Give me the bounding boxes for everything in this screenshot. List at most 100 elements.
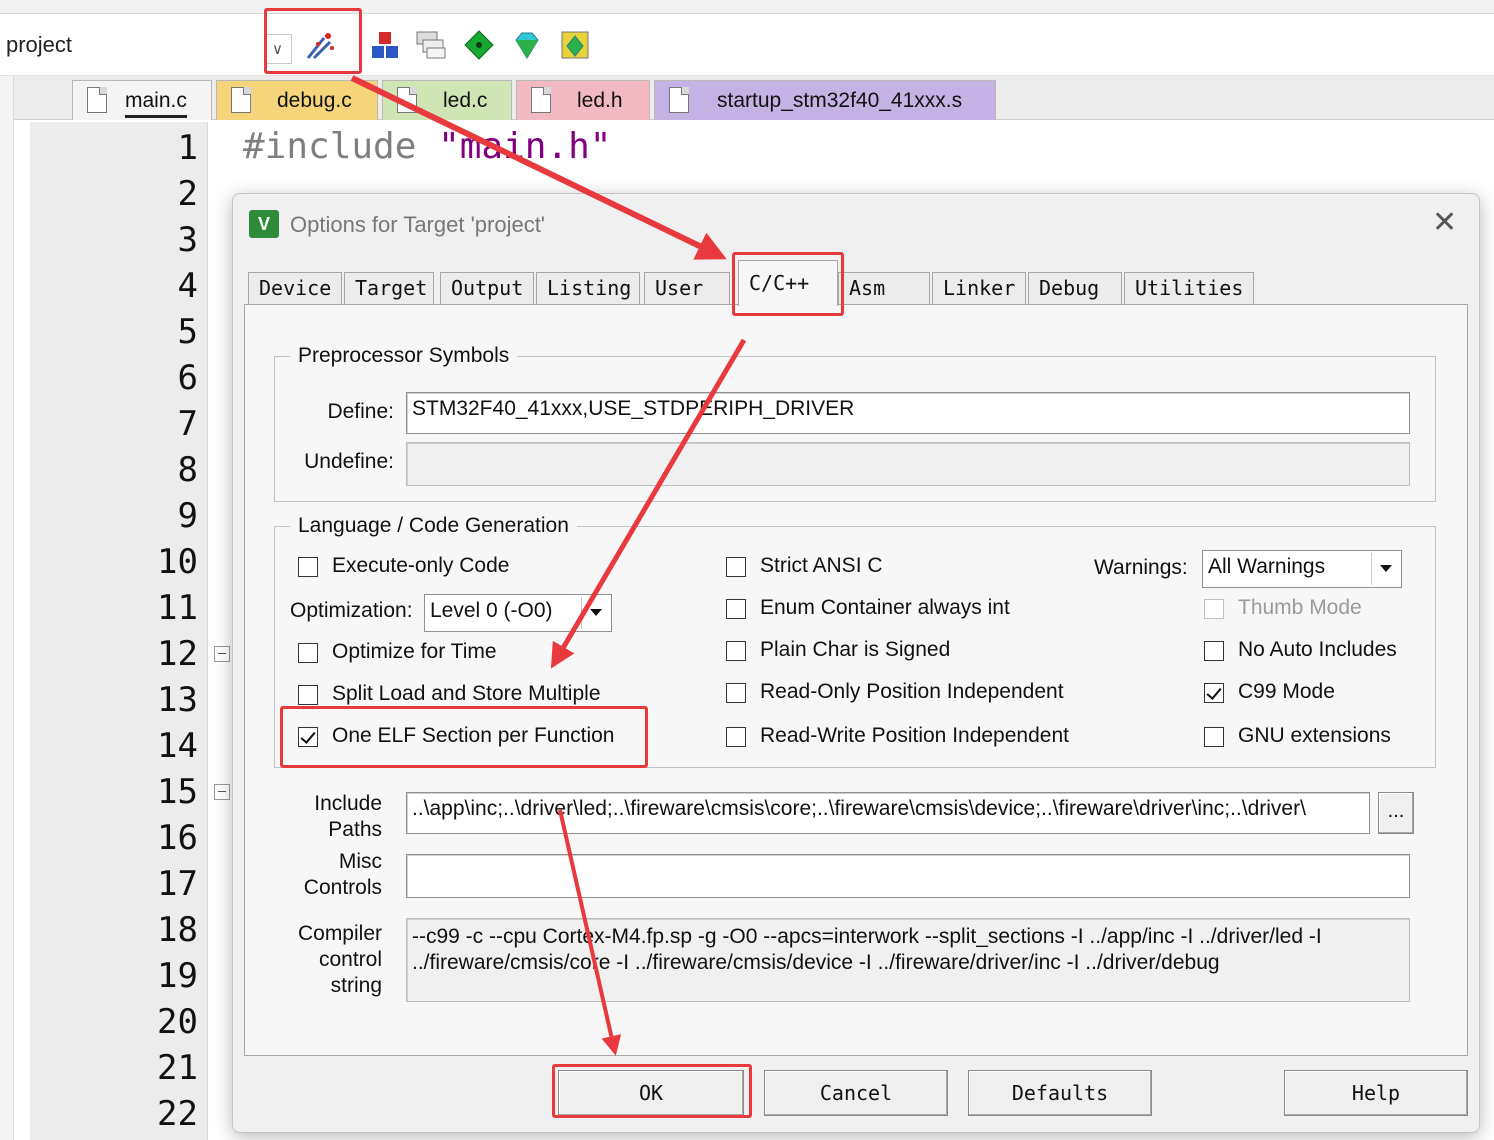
chevron-down-icon: ∨ [272,40,283,58]
browse-include-button[interactable]: ... [1378,792,1414,834]
multi-gem-icon[interactable] [558,28,592,62]
line-number: 19 [157,956,198,996]
cancel-button[interactable]: Cancel [764,1070,948,1116]
line-number: 10 [157,542,198,582]
no-auto-includes-label: No Auto Includes [1238,638,1397,661]
enum-container-checkbox[interactable] [726,599,746,619]
misc-controls-label-2: Controls [303,876,382,899]
line-number: 7 [177,404,198,444]
tab-target[interactable]: Target [344,272,434,304]
line-number: 14 [157,726,198,766]
toolbar [0,14,1494,76]
warnings-select[interactable]: All Warnings [1202,550,1402,588]
tab-user[interactable]: User [644,272,730,304]
compiler-string-field[interactable]: --c99 -c --cpu Cortex-M4.fp.sp -g -O0 --… [406,918,1410,1002]
window-stack-icon[interactable] [414,28,448,62]
rw-pos-indep-checkbox[interactable] [726,727,746,747]
undefine-label: Undefine: [304,450,394,473]
tab-led-h[interactable]: led.h [516,80,650,120]
file-icon [397,87,417,113]
preprocessor-group-title: Preprocessor Symbols [290,344,518,368]
fold-marker[interactable] [214,784,230,800]
undefine-field[interactable] [406,442,1410,486]
file-icon [231,87,251,113]
chevron-down-icon[interactable] [1371,553,1399,585]
compiler-string-label-3: string [330,974,382,997]
tab-led-c[interactable]: led.c [382,80,512,120]
optimization-label: Optimization: [290,599,413,622]
cube-stack-icon[interactable] [368,28,402,62]
plain-char-label: Plain Char is Signed [760,638,951,661]
fold-marker[interactable] [214,646,230,662]
preprocessor-directive: #include [243,126,417,167]
tab-debug-c[interactable]: debug.c [216,80,378,120]
dialog-title: Options for Target 'project' [290,212,546,237]
file-icon [531,87,551,113]
strict-ansi-label: Strict ANSI C [760,554,883,577]
split-load-label: Split Load and Store Multiple [332,682,601,705]
line-number: 18 [157,910,198,950]
include-paths-label-1: Include [314,792,382,815]
green-diamond-icon[interactable] [462,28,496,62]
c99-mode-label: C99 Mode [1238,680,1335,703]
strict-ansi-checkbox[interactable] [726,557,746,577]
line-number: 20 [157,1002,198,1042]
target-dropdown[interactable]: ∨ [264,34,292,64]
execute-only-checkbox[interactable] [298,557,318,577]
one-elf-label: One ELF Section per Function [332,724,615,747]
gem-icon[interactable] [510,28,544,62]
code-line-1: #include "main.h" [243,126,611,167]
line-number: 13 [157,680,198,720]
define-label: Define: [327,400,394,423]
tab-listing[interactable]: Listing [536,272,640,304]
tab-label: debug.c [277,89,352,112]
line-number: 12 [157,634,198,674]
gnu-extensions-checkbox[interactable] [1204,727,1224,747]
tab-main-c[interactable]: main.c [72,80,212,120]
tab-label: led.h [577,89,623,112]
tab-device[interactable]: Device [248,272,342,304]
tab-utilities[interactable]: Utilities [1124,272,1254,304]
close-icon[interactable]: ✕ [1432,205,1457,240]
define-field[interactable]: STM32F40_41xxx,USE_STDPERIPH_DRIVER [406,392,1410,434]
compiler-string-label-1: Compiler [297,922,382,945]
tab-label: main.c [125,89,187,118]
ro-pos-indep-checkbox[interactable] [726,683,746,703]
include-paths-label-2: Paths [328,818,382,841]
one-elf-checkbox[interactable] [298,727,318,747]
include-paths-field[interactable]: ..\app\inc;..\driver\led;..\fireware\cms… [406,792,1370,834]
compiler-string-label-2: control [318,948,382,971]
optimize-time-checkbox[interactable] [298,643,318,663]
tab-label: startup_stm32f40_41xxx.s [717,89,963,112]
warnings-label: Warnings: [1094,556,1188,579]
warnings-value: All Warnings [1208,555,1326,578]
split-load-checkbox[interactable] [298,685,318,705]
misc-controls-field[interactable] [406,854,1410,898]
tab-startup-s[interactable]: startup_stm32f40_41xxx.s [654,80,996,120]
language-group-title: Language / Code Generation [290,514,577,538]
tab-label: led.c [443,89,488,112]
tab-output[interactable]: Output [440,272,534,304]
help-button[interactable]: Help [1284,1070,1468,1116]
no-auto-includes-checkbox[interactable] [1204,641,1224,661]
thumb-mode-checkbox [1204,599,1224,619]
defaults-button[interactable]: Defaults [968,1070,1152,1116]
line-number: 11 [157,588,198,628]
tab-asm[interactable]: Asm [838,272,930,304]
tab-cc[interactable]: C/C++ [738,260,838,306]
chevron-down-icon[interactable] [581,597,609,629]
ok-button[interactable]: OK [558,1070,744,1116]
line-number: 21 [157,1048,198,1088]
c99-mode-checkbox[interactable] [1204,683,1224,703]
plain-char-checkbox[interactable] [726,641,746,661]
keil-logo-icon: V [249,210,279,238]
thumb-mode-label: Thumb Mode [1238,596,1362,619]
tab-debug[interactable]: Debug [1028,272,1122,304]
tab-linker[interactable]: Linker [932,272,1026,304]
optimize-time-label: Optimize for Time [332,640,497,663]
line-number: 2 [177,174,198,214]
optimization-select[interactable]: Level 0 (-O0) [424,594,612,632]
line-number: 5 [177,312,198,352]
enum-container-label: Enum Container always int [760,596,1010,619]
manage-project-icon[interactable] [304,28,338,62]
